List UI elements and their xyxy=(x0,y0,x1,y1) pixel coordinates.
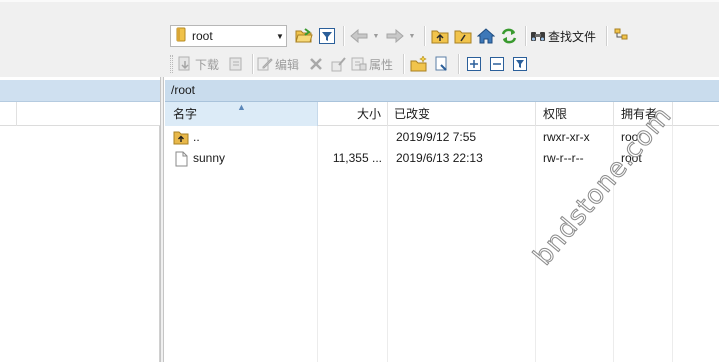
filter-icon xyxy=(513,57,528,71)
back-button[interactable] xyxy=(348,25,370,47)
file-permissions: rwxr-xr-x xyxy=(543,130,590,144)
toolbar-separator xyxy=(343,26,344,46)
toolbar-top-edge xyxy=(0,0,719,2)
column-divider[interactable] xyxy=(16,102,17,126)
filter-files-button[interactable] xyxy=(509,53,531,75)
local-pane xyxy=(0,80,160,362)
forward-button[interactable] xyxy=(384,25,406,47)
toolbar-separator xyxy=(252,54,254,74)
download-options-button[interactable] xyxy=(225,53,247,75)
root-folder-icon xyxy=(454,30,472,44)
refresh-button[interactable] xyxy=(498,25,520,47)
column-permissions[interactable]: 权限 xyxy=(536,102,614,126)
column-modified[interactable]: 已改变 xyxy=(388,102,536,126)
select-files-button[interactable] xyxy=(463,53,485,75)
path-combobox[interactable]: root ▼ xyxy=(170,25,287,47)
minus-icon xyxy=(490,57,505,71)
new-file-icon xyxy=(435,56,447,71)
download-icon xyxy=(178,56,190,71)
winscp-window: root ▼ ▼ ▼ 查找文件 下载 编辑 属性 /root ▲ 名字 大小 已… xyxy=(0,0,719,362)
unselect-files-button[interactable] xyxy=(486,53,508,75)
local-column-header xyxy=(0,102,160,126)
properties-icon xyxy=(351,57,367,71)
back-history-chevron-icon[interactable]: ▼ xyxy=(371,33,381,40)
file-name-cell: .. xyxy=(165,127,318,148)
binoculars-icon xyxy=(531,32,545,41)
folder-icon xyxy=(176,27,186,45)
open-directory-button[interactable] xyxy=(293,25,315,47)
toolbar-separator xyxy=(525,26,526,46)
edit-icon xyxy=(257,57,273,71)
delete-button[interactable] xyxy=(305,53,327,75)
find-files-label: 查找文件 xyxy=(548,29,597,44)
column-size[interactable]: 大小 xyxy=(318,102,388,126)
download-button[interactable]: 下载 xyxy=(177,53,225,75)
tree-icon xyxy=(614,28,628,40)
toolbar-separator xyxy=(606,26,608,46)
file-size: 11,355 ... xyxy=(332,151,382,165)
home-directory-button[interactable] xyxy=(475,25,497,47)
edit-button[interactable]: 编辑 xyxy=(257,53,305,75)
tree-view-button[interactable] xyxy=(611,25,633,47)
plus-icon xyxy=(467,57,482,71)
file-modified: 2019/6/13 22:13 xyxy=(396,151,483,165)
path-combobox-value: root xyxy=(192,29,213,43)
open-folder-icon xyxy=(295,28,313,43)
refresh-icon xyxy=(501,28,517,44)
toolbar-separator xyxy=(458,54,460,74)
sort-ascending-icon: ▲ xyxy=(237,102,246,112)
column-name-label: 名字 xyxy=(173,107,198,121)
filter-icon xyxy=(319,28,335,44)
file-modified: 2019/9/12 7:55 xyxy=(396,130,477,144)
forward-history-chevron-icon[interactable]: ▼ xyxy=(407,33,417,40)
home-icon xyxy=(477,28,495,44)
root-directory-button[interactable] xyxy=(452,25,474,47)
new-file-button[interactable] xyxy=(431,53,453,75)
pane-splitter[interactable] xyxy=(160,77,164,362)
properties-button[interactable]: 属性 xyxy=(351,53,399,75)
filter-button[interactable] xyxy=(316,25,338,47)
rename-button[interactable] xyxy=(328,53,350,75)
back-arrow-icon xyxy=(350,29,368,43)
rename-icon xyxy=(331,57,346,72)
toolbar-separator xyxy=(403,54,405,74)
remote-path-bar[interactable]: /root xyxy=(165,80,719,102)
find-files-button[interactable]: 查找文件 xyxy=(530,25,602,47)
column-modified-label: 已改变 xyxy=(394,107,431,121)
properties-label: 属性 xyxy=(369,57,394,72)
file-icon xyxy=(173,151,189,167)
toolbar-separator xyxy=(424,26,425,46)
download-label: 下载 xyxy=(195,57,220,72)
local-path-bar[interactable] xyxy=(0,80,160,102)
new-folder-button[interactable] xyxy=(408,53,430,75)
delete-icon xyxy=(310,58,322,70)
file-size xyxy=(318,127,388,148)
column-permissions-label: 权限 xyxy=(543,107,568,121)
column-name[interactable]: ▲ 名字 xyxy=(165,102,318,126)
toolbar-row-navigation: root ▼ ▼ ▼ 查找文件 xyxy=(170,23,634,49)
toolbar-grip[interactable] xyxy=(170,55,173,73)
chevron-down-icon[interactable]: ▼ xyxy=(274,32,286,41)
edit-label: 编辑 xyxy=(275,57,300,72)
column-size-label: 大小 xyxy=(356,107,381,121)
parent-directory-button[interactable] xyxy=(429,25,451,47)
forward-arrow-icon xyxy=(386,29,404,43)
file-name: .. xyxy=(193,130,200,144)
parent-folder-icon xyxy=(431,30,449,44)
parent-folder-icon xyxy=(173,130,189,146)
new-folder-icon xyxy=(410,56,427,72)
download-options-icon xyxy=(229,57,242,71)
file-name-cell: sunny xyxy=(165,148,318,169)
toolbar-row-file-actions: 下载 编辑 属性 xyxy=(170,51,532,77)
file-name: sunny xyxy=(193,151,226,165)
